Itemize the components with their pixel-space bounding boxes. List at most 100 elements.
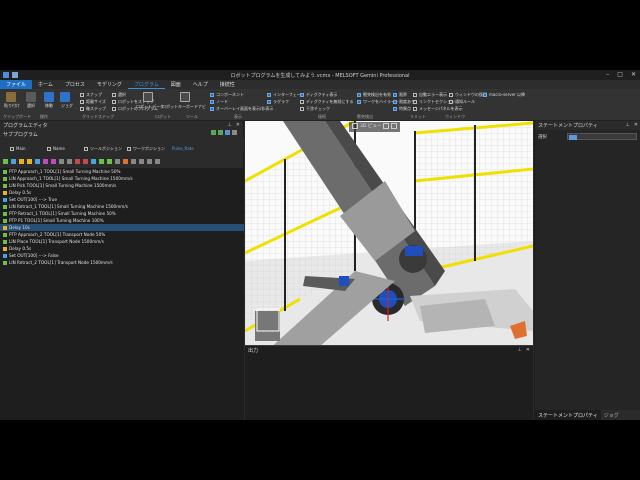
pin-icon[interactable]: ⊥ [625, 122, 629, 128]
return-icon[interactable] [75, 159, 80, 164]
print-icon[interactable] [67, 159, 72, 164]
statement-row[interactable]: Set OUT[100] ---> False [0, 252, 244, 259]
connect-show[interactable]: ディグクティ表示 [300, 92, 337, 98]
limit-bounded[interactable]: 限度あり [393, 99, 415, 105]
statement-row[interactable]: LIN Pick TOOL[1] Small Turning Machine 1… [0, 182, 244, 189]
call-icon[interactable] [35, 159, 40, 164]
column-tool-position[interactable]: ツールポジション [84, 142, 128, 155]
close-button[interactable]: ✕ [631, 71, 636, 78]
camera-icon[interactable] [383, 123, 390, 129]
connect-interference[interactable]: 干渉チェック [300, 106, 330, 112]
statement-row[interactable]: PTP Retract_1 TOOL[1] Small Turning Mach… [0, 210, 244, 217]
3d-viewport[interactable]: 3D ビュー [245, 121, 533, 345]
set-output-icon[interactable] [11, 159, 16, 164]
display-nodes[interactable]: ノード [210, 99, 228, 105]
select-button[interactable]: 選択 [27, 103, 35, 109]
statement-row[interactable]: Set OUT[100] ---> True [0, 196, 244, 203]
tab-jog[interactable]: ジョグ [601, 410, 622, 420]
limit-singularity[interactable]: 特異点 [393, 106, 411, 112]
robot-keyboard-button[interactable]: ロボットキーボードナビ [162, 104, 206, 110]
move-statement-icon[interactable] [3, 159, 8, 164]
column-main[interactable]: Main [10, 142, 48, 155]
robot-select-item[interactable]: 選択 [112, 92, 126, 98]
macro-server-button[interactable]: macro-server 以降 [483, 92, 525, 98]
statement-row[interactable]: PTP P1 TOOL[1] Small Turning Machine 100… [0, 217, 244, 224]
column-pulse-rate[interactable]: Pulse_Rate [172, 142, 194, 155]
statement-row[interactable]: Delay 0.5s [0, 245, 244, 252]
notify-rule[interactable]: 通知ルール [449, 99, 475, 105]
menu-drawing[interactable]: 図面 [165, 80, 187, 89]
close-icon[interactable]: ✕ [236, 122, 240, 128]
collision-enable[interactable]: 衝突検出を有効 [357, 92, 391, 98]
if-icon[interactable] [43, 159, 48, 164]
add-subprogram-icon[interactable] [211, 130, 216, 135]
limit-limit[interactable]: 限界 [393, 92, 407, 98]
menu-process[interactable]: プロセス [59, 80, 91, 89]
robot-keyboard-icon[interactable] [180, 92, 190, 102]
comment-icon[interactable] [59, 159, 64, 164]
display-overlay[interactable]: オーバーレイ画面を表示/非表示 [210, 106, 273, 112]
halt-icon[interactable] [83, 159, 88, 164]
pin-icon[interactable]: ⊥ [517, 347, 521, 353]
define-icon[interactable] [115, 159, 120, 164]
robot-data-icon[interactable] [143, 92, 153, 102]
sub-icon[interactable] [91, 159, 96, 164]
move-button[interactable]: 移動 [45, 103, 53, 109]
statement-row[interactable]: Delay 10s [0, 224, 244, 231]
move-icon[interactable] [44, 92, 54, 102]
display-components[interactable]: コンポーネント [210, 92, 244, 98]
select-field-input[interactable] [567, 133, 637, 140]
statement-row[interactable]: Delay 0.5s [0, 189, 244, 196]
display-graph[interactable]: ラグラフ [267, 99, 289, 105]
label-icon[interactable] [131, 159, 136, 164]
menu-modeling[interactable]: モデリング [91, 80, 128, 89]
close-icon[interactable]: ✕ [526, 347, 530, 353]
connect-disable[interactable]: ディグクティを無効にする [300, 99, 353, 105]
error-auto[interactable]: 自動エラー表示 [413, 92, 447, 98]
jog-icon[interactable] [60, 92, 70, 102]
pin-icon[interactable]: ⊥ [227, 122, 231, 128]
statement-row[interactable]: LIN Retract_2 TOOL[1] Transport Node 150… [0, 259, 244, 266]
copy-subprogram-icon[interactable] [218, 130, 223, 135]
statement-row[interactable]: LIN Retract_1 TOOL[1] Small Turning Mach… [0, 203, 244, 210]
jog-button[interactable]: ジョグ [61, 103, 73, 109]
render-mode-icon[interactable] [391, 123, 398, 129]
statement-row[interactable]: LIN Approach_1 TOOL[1] Small Turning Mac… [0, 175, 244, 182]
statement-row[interactable]: PTP Approach_2 TOOL[1] Transport Node 50… [0, 231, 244, 238]
window-restore[interactable]: ウィンドウの復元 [449, 92, 487, 98]
expand-icon[interactable] [155, 159, 160, 164]
delay-icon[interactable] [19, 159, 24, 164]
home-icon[interactable] [107, 159, 112, 164]
error-message-panel[interactable]: メッセージパネルを表示 [413, 106, 463, 112]
robot-data-button[interactable]: ロボットデータ [136, 104, 164, 110]
display-interface[interactable]: インターフェース [267, 92, 305, 98]
menu-file[interactable]: ファイル [0, 80, 33, 89]
column-name[interactable]: Name [47, 142, 85, 155]
delete-subprogram-icon[interactable] [225, 130, 230, 135]
statement-row[interactable]: LIN Place TOOL[1] Transport Node 1500mm/… [0, 238, 244, 245]
close-icon[interactable]: ✕ [634, 122, 638, 128]
path-icon[interactable] [99, 159, 104, 164]
statement-row[interactable]: PTP Approach_1 TOOL[1] Small Turning Mac… [0, 168, 244, 175]
axis-step-item[interactable]: 軸ステップ [80, 106, 106, 112]
menu-connectivity[interactable]: 接続性 [214, 80, 241, 89]
paste-button[interactable]: 貼り付け [4, 103, 20, 109]
sort-subprogram-icon[interactable] [232, 130, 237, 135]
minimize-button[interactable]: – [606, 71, 609, 78]
paste-icon[interactable] [6, 92, 16, 102]
snap-item[interactable]: スナップ [80, 92, 102, 98]
tab-statement-properties[interactable]: ステートメントプロパティ [535, 410, 601, 420]
goto-icon[interactable] [139, 159, 144, 164]
menu-home[interactable]: ホーム [32, 80, 59, 89]
while-icon[interactable] [51, 159, 56, 164]
wait-icon[interactable] [27, 159, 32, 164]
column-work-position[interactable]: ワークポジション [127, 142, 173, 155]
settings-icon[interactable] [147, 159, 152, 164]
view-mode-icon[interactable] [352, 123, 358, 129]
menu-help[interactable]: ヘルプ [187, 80, 214, 89]
maximize-button[interactable]: □ [617, 71, 623, 78]
rocket-icon[interactable] [123, 159, 128, 164]
menu-program[interactable]: プログラム [127, 80, 165, 89]
select-icon[interactable] [26, 92, 36, 102]
distance-size-item[interactable]: 距離サイズ [80, 99, 106, 105]
